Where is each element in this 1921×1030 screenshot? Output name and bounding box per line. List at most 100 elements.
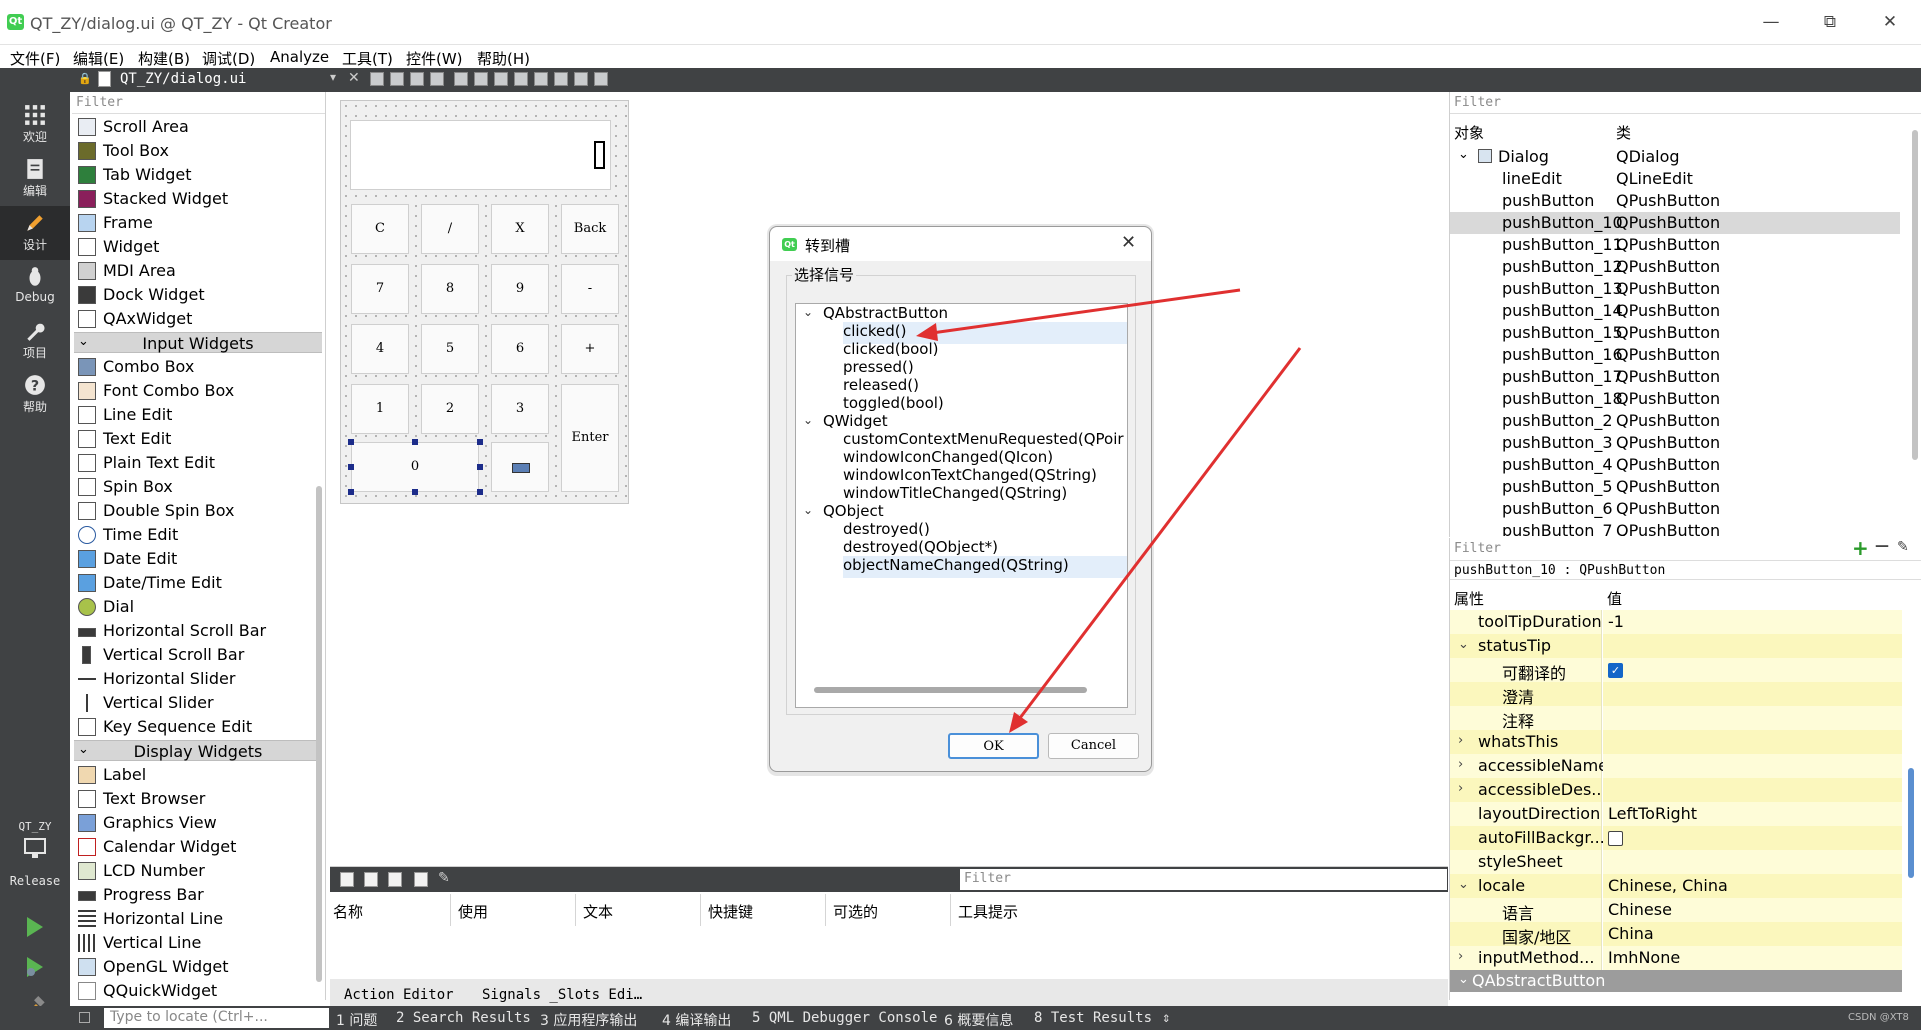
- widget-item[interactable]: Dock Widget: [76, 283, 322, 307]
- widget-item[interactable]: LCD Number: [76, 859, 322, 883]
- column-header-shortcut[interactable]: 快捷键: [708, 901, 753, 922]
- tree-root-dialog[interactable]: ⌄ Dialog QDialog: [1450, 146, 1900, 168]
- header-class[interactable]: 类: [1616, 122, 1631, 143]
- minimize-button[interactable]: —: [1756, 12, 1786, 32]
- widget-item[interactable]: Widget: [76, 235, 322, 259]
- calc-button-divide[interactable]: /: [421, 204, 479, 254]
- property-row[interactable]: 语言 Chinese: [1450, 898, 1902, 923]
- widget-item[interactable]: Time Edit: [76, 523, 322, 547]
- widget-item[interactable]: Vertical Line: [76, 931, 322, 955]
- edit-tab-order-icon[interactable]: [430, 72, 444, 86]
- property-row[interactable]: ⌄ locale Chinese, China: [1450, 874, 1902, 898]
- calc-button-c[interactable]: C: [351, 204, 409, 254]
- calc-button-back[interactable]: Back: [561, 204, 619, 254]
- widget-item[interactable]: Tab Widget: [76, 163, 322, 187]
- locator-input[interactable]: Type to locate (Ctrl+...: [104, 1008, 329, 1028]
- header-property[interactable]: 属性: [1454, 588, 1484, 609]
- widget-item[interactable]: QQuickWidget: [76, 979, 322, 1000]
- column-header-checkable[interactable]: 可选的: [833, 901, 878, 922]
- widget-item[interactable]: Vertical Slider: [76, 691, 322, 715]
- tree-item[interactable]: pushButton_18 QPushButton: [1450, 388, 1900, 410]
- calc-button-7[interactable]: 7: [351, 264, 409, 314]
- tree-item[interactable]: pushButton_2 QPushButton: [1450, 410, 1900, 432]
- property-row[interactable]: layoutDirection LeftToRight: [1450, 802, 1902, 826]
- tab-signals-slots-editor[interactable]: Signals _Slots Edi…: [482, 987, 642, 1003]
- remove-property-icon[interactable]: —: [1875, 538, 1889, 554]
- tree-item[interactable]: pushButton_7 QPushButton: [1450, 520, 1900, 536]
- column-header-name[interactable]: 名称: [333, 901, 363, 922]
- configure-wrench-icon[interactable]: ✎: [438, 870, 450, 886]
- calc-button-0[interactable]: 0: [351, 442, 479, 492]
- mode-help[interactable]: ? 帮助: [0, 368, 70, 422]
- property-row[interactable]: toolTipDuration -1: [1450, 610, 1902, 634]
- calc-button-3[interactable]: 3: [491, 384, 549, 434]
- property-row[interactable]: › accessibleDes...: [1450, 778, 1902, 802]
- adjust-size-icon[interactable]: [594, 72, 608, 86]
- action-filter-input[interactable]: Filter: [960, 869, 1447, 890]
- tree-item[interactable]: lineEdit QLineEdit: [1450, 168, 1900, 190]
- new-action-icon[interactable]: [340, 872, 354, 887]
- widget-item[interactable]: Calendar Widget: [76, 835, 322, 859]
- property-row[interactable]: 澄清: [1450, 682, 1902, 707]
- menu-debug[interactable]: 调试(D): [202, 48, 255, 69]
- calc-button-1[interactable]: 1: [351, 384, 409, 434]
- widget-item[interactable]: MDI Area: [76, 259, 322, 283]
- widget-item[interactable]: Horizontal Line: [76, 907, 322, 931]
- close-icon[interactable]: ✕: [1121, 232, 1136, 253]
- tree-item[interactable]: pushButton_6 QPushButton: [1450, 498, 1900, 520]
- selection-handle[interactable]: [477, 464, 483, 470]
- configure-wrench-icon[interactable]: ✎: [1897, 539, 1909, 555]
- horizontal-scrollbar[interactable]: [814, 687, 1087, 693]
- widget-box-scrollbar[interactable]: [316, 486, 322, 982]
- output-application[interactable]: 3 应用程序输出: [540, 1010, 637, 1030]
- close-button[interactable]: ✕: [1875, 12, 1905, 32]
- debug-run-icon[interactable]: [25, 956, 45, 978]
- property-filter-input[interactable]: Filter: [1450, 538, 1830, 560]
- output-search-results[interactable]: 2 Search Results: [396, 1010, 531, 1026]
- widget-item[interactable]: Combo Box: [76, 355, 322, 379]
- edit-buddies-icon[interactable]: [410, 72, 424, 86]
- menu-tools[interactable]: 工具(T): [342, 48, 393, 69]
- calc-button-4[interactable]: 4: [351, 324, 409, 374]
- menu-file[interactable]: 文件(F): [10, 48, 60, 69]
- tree-item[interactable]: pushButton_5 QPushButton: [1450, 476, 1900, 498]
- category-display-widgets[interactable]: ⌄ Display Widgets: [74, 740, 322, 761]
- edit-signals-icon[interactable]: [390, 72, 404, 86]
- selection-handle[interactable]: [348, 489, 354, 495]
- selection-handle[interactable]: [477, 489, 483, 495]
- break-layout-icon[interactable]: [574, 72, 588, 86]
- widget-item[interactable]: Key Sequence Edit: [76, 715, 322, 739]
- property-row[interactable]: › whatsThis: [1450, 730, 1902, 754]
- line-edit-display[interactable]: [350, 120, 611, 190]
- category-input-widgets[interactable]: ⌄ Input Widgets: [74, 332, 322, 353]
- run-icon[interactable]: [25, 916, 45, 938]
- widget-item[interactable]: Frame: [76, 211, 322, 235]
- property-row[interactable]: 注释: [1450, 706, 1902, 731]
- widget-item[interactable]: Stacked Widget: [76, 187, 322, 211]
- widget-item[interactable]: Dial: [76, 595, 322, 619]
- ok-button[interactable]: OK: [948, 733, 1039, 759]
- mode-welcome[interactable]: 欢迎: [0, 98, 70, 152]
- column-header-text[interactable]: 文本: [583, 901, 613, 922]
- add-property-icon[interactable]: +: [1852, 538, 1869, 560]
- column-header-tooltip[interactable]: 工具提示: [958, 901, 1018, 922]
- widget-item[interactable]: Text Edit: [76, 427, 322, 451]
- tree-item[interactable]: pushButton_13 QPushButton: [1450, 278, 1900, 300]
- widget-item[interactable]: Font Combo Box: [76, 379, 322, 403]
- property-row[interactable]: 可翻译的 ✓: [1450, 658, 1902, 683]
- signal-tree[interactable]: ⌄ QAbstractButton clicked() clicked(bool)…: [795, 303, 1128, 708]
- chevron-updown-icon[interactable]: ⇕: [1162, 1010, 1170, 1026]
- selection-handle[interactable]: [477, 439, 483, 445]
- menu-build[interactable]: 构建(B): [138, 48, 190, 69]
- selection-handle[interactable]: [412, 489, 418, 495]
- restore-button[interactable]: ⧉: [1815, 12, 1845, 32]
- widget-item[interactable]: OpenGL Widget: [76, 955, 322, 979]
- column-header-used[interactable]: 使用: [458, 901, 488, 922]
- selection-handle[interactable]: [348, 464, 354, 470]
- toggle-sidebar-icon[interactable]: [79, 1012, 90, 1023]
- layout-splitter-h-icon[interactable]: [494, 72, 508, 86]
- layout-grid-icon[interactable]: [534, 72, 548, 86]
- calc-button-enter[interactable]: Enter: [561, 384, 619, 492]
- tree-item[interactable]: pushButton_17 QPushButton: [1450, 366, 1900, 388]
- calc-button-dot[interactable]: [491, 442, 549, 492]
